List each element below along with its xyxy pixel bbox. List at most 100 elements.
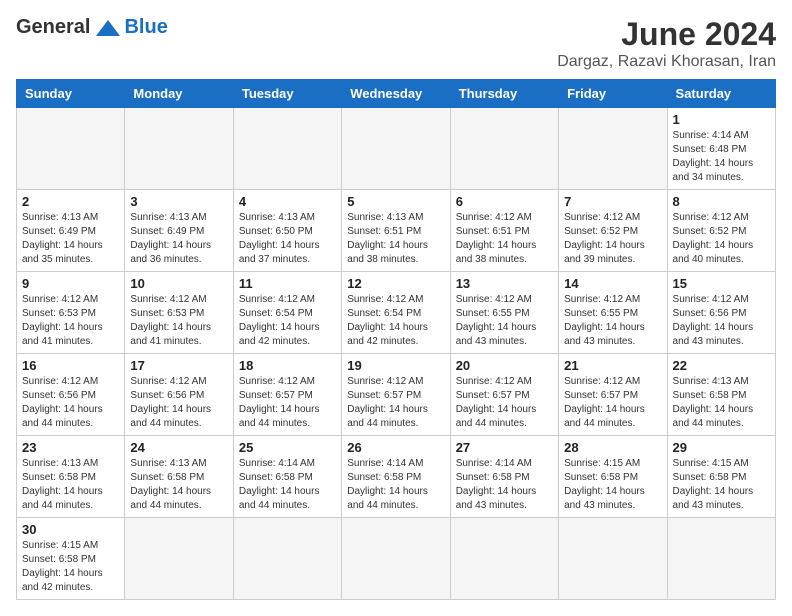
calendar-cell [559, 518, 667, 600]
calendar-cell: 27 Sunrise: 4:14 AM Sunset: 6:58 PM Dayli… [450, 436, 558, 518]
day-number: 12 [347, 276, 444, 291]
calendar-cell: 16 Sunrise: 4:12 AM Sunset: 6:56 PM Dayli… [17, 354, 125, 436]
calendar-cell: 5 Sunrise: 4:13 AM Sunset: 6:51 PM Daylig… [342, 190, 450, 272]
day-number: 28 [564, 440, 661, 455]
calendar-cell: 4Sunrise: 4:13 AM Sunset: 6:50 PM Daylig… [233, 190, 341, 272]
day-info: Sunrise: 4:12 AM Sunset: 6:51 PM Dayligh… [456, 211, 553, 267]
calendar-header: SundayMondayTuesdayWednesdayThursdayFrid… [17, 80, 776, 108]
title-area: June 2024 Dargaz, Razavi Khorasan, Iran [557, 16, 776, 71]
day-number: 18 [239, 358, 336, 373]
day-number: 24 [130, 440, 227, 455]
day-info: Sunrise: 4:12 AM Sunset: 6:52 PM Dayligh… [564, 211, 661, 267]
logo-general-text: General [16, 16, 90, 39]
day-info: Sunrise: 4:12 AM Sunset: 6:56 PM Dayligh… [673, 293, 770, 349]
calendar-cell: 25 Sunrise: 4:14 AM Sunset: 6:58 PM Dayli… [233, 436, 341, 518]
calendar-cell: 28 Sunrise: 4:15 AM Sunset: 6:58 PM Dayli… [559, 436, 667, 518]
logo: General Blue [16, 16, 168, 39]
calendar-cell: 15 Sunrise: 4:12 AM Sunset: 6:56 PM Dayli… [667, 272, 775, 354]
day-info: Sunrise: 4:13 AM Sunset: 6:58 PM Dayligh… [130, 457, 227, 513]
calendar-cell: 14 Sunrise: 4:12 AM Sunset: 6:55 PM Dayli… [559, 272, 667, 354]
calendar-cell: 19Sunrise: 4:12 AM Sunset: 6:57 PM Dayli… [342, 354, 450, 436]
calendar-cell: 1 Sunrise: 4:14 AM Sunset: 6:48 PM Daylig… [667, 108, 775, 190]
weekday-header-friday: Friday [559, 80, 667, 108]
calendar-cell: 29 Sunrise: 4:15 AM Sunset: 6:58 PM Dayli… [667, 436, 775, 518]
logo-icon [94, 18, 122, 38]
day-info: Sunrise: 4:15 AM Sunset: 6:58 PM Dayligh… [22, 539, 119, 595]
day-info: Sunrise: 4:15 AM Sunset: 6:58 PM Dayligh… [673, 457, 770, 513]
weekday-header-saturday: Saturday [667, 80, 775, 108]
day-number: 13 [456, 276, 553, 291]
day-number: 14 [564, 276, 661, 291]
day-number: 7 [564, 194, 661, 209]
calendar-cell: 22Sunrise: 4:13 AM Sunset: 6:58 PM Dayli… [667, 354, 775, 436]
week-row-5: 30 Sunrise: 4:15 AM Sunset: 6:58 PM Dayli… [17, 518, 776, 600]
calendar-cell [233, 518, 341, 600]
day-info: Sunrise: 4:12 AM Sunset: 6:57 PM Dayligh… [347, 375, 444, 431]
week-row-3: 16 Sunrise: 4:12 AM Sunset: 6:56 PM Dayli… [17, 354, 776, 436]
day-info: Sunrise: 4:12 AM Sunset: 6:52 PM Dayligh… [673, 211, 770, 267]
week-row-2: 9Sunrise: 4:12 AM Sunset: 6:53 PM Daylig… [17, 272, 776, 354]
calendar-cell: 17 Sunrise: 4:12 AM Sunset: 6:56 PM Dayli… [125, 354, 233, 436]
calendar-cell: 2Sunrise: 4:13 AM Sunset: 6:49 PM Daylig… [17, 190, 125, 272]
day-number: 15 [673, 276, 770, 291]
calendar-cell [125, 518, 233, 600]
month-title: June 2024 [557, 16, 776, 53]
day-number: 17 [130, 358, 227, 373]
day-number: 26 [347, 440, 444, 455]
day-number: 21 [564, 358, 661, 373]
day-number: 5 [347, 194, 444, 209]
header: General Blue June 2024 Dargaz, Razavi Kh… [16, 16, 776, 71]
weekday-header-monday: Monday [125, 80, 233, 108]
day-number: 16 [22, 358, 119, 373]
weekday-header-wednesday: Wednesday [342, 80, 450, 108]
day-number: 1 [673, 112, 770, 127]
calendar-cell: 30 Sunrise: 4:15 AM Sunset: 6:58 PM Dayli… [17, 518, 125, 600]
day-info: Sunrise: 4:12 AM Sunset: 6:55 PM Dayligh… [456, 293, 553, 349]
calendar-cell: 20Sunrise: 4:12 AM Sunset: 6:57 PM Dayli… [450, 354, 558, 436]
calendar-cell: 13 Sunrise: 4:12 AM Sunset: 6:55 PM Dayli… [450, 272, 558, 354]
calendar-cell [450, 518, 558, 600]
week-row-0: 1 Sunrise: 4:14 AM Sunset: 6:48 PM Daylig… [17, 108, 776, 190]
day-info: Sunrise: 4:12 AM Sunset: 6:53 PM Dayligh… [130, 293, 227, 349]
day-info: Sunrise: 4:12 AM Sunset: 6:56 PM Dayligh… [130, 375, 227, 431]
day-number: 10 [130, 276, 227, 291]
day-number: 29 [673, 440, 770, 455]
day-number: 8 [673, 194, 770, 209]
day-number: 4 [239, 194, 336, 209]
calendar-cell: 9Sunrise: 4:12 AM Sunset: 6:53 PM Daylig… [17, 272, 125, 354]
day-number: 27 [456, 440, 553, 455]
day-info: Sunrise: 4:13 AM Sunset: 6:51 PM Dayligh… [347, 211, 444, 267]
calendar-cell: 8 Sunrise: 4:12 AM Sunset: 6:52 PM Daylig… [667, 190, 775, 272]
day-info: Sunrise: 4:13 AM Sunset: 6:58 PM Dayligh… [22, 457, 119, 513]
calendar-cell: 6 Sunrise: 4:12 AM Sunset: 6:51 PM Daylig… [450, 190, 558, 272]
calendar-cell: 12 Sunrise: 4:12 AM Sunset: 6:54 PM Dayli… [342, 272, 450, 354]
calendar-cell [17, 108, 125, 190]
weekday-header-sunday: Sunday [17, 80, 125, 108]
day-number: 25 [239, 440, 336, 455]
day-info: Sunrise: 4:12 AM Sunset: 6:57 PM Dayligh… [456, 375, 553, 431]
calendar-cell: 10 Sunrise: 4:12 AM Sunset: 6:53 PM Dayli… [125, 272, 233, 354]
day-info: Sunrise: 4:13 AM Sunset: 6:49 PM Dayligh… [130, 211, 227, 267]
day-number: 22 [673, 358, 770, 373]
day-info: Sunrise: 4:14 AM Sunset: 6:58 PM Dayligh… [239, 457, 336, 513]
day-info: Sunrise: 4:12 AM Sunset: 6:53 PM Dayligh… [22, 293, 119, 349]
day-number: 6 [456, 194, 553, 209]
day-info: Sunrise: 4:12 AM Sunset: 6:57 PM Dayligh… [564, 375, 661, 431]
logo-area: General Blue [16, 16, 168, 39]
day-info: Sunrise: 4:14 AM Sunset: 6:58 PM Dayligh… [456, 457, 553, 513]
calendar-cell [559, 108, 667, 190]
day-info: Sunrise: 4:12 AM Sunset: 6:57 PM Dayligh… [239, 375, 336, 431]
calendar-cell: 3Sunrise: 4:13 AM Sunset: 6:49 PM Daylig… [125, 190, 233, 272]
calendar-cell: 18 Sunrise: 4:12 AM Sunset: 6:57 PM Dayli… [233, 354, 341, 436]
day-info: Sunrise: 4:12 AM Sunset: 6:55 PM Dayligh… [564, 293, 661, 349]
day-info: Sunrise: 4:12 AM Sunset: 6:56 PM Dayligh… [22, 375, 119, 431]
calendar-cell [233, 108, 341, 190]
calendar-cell [342, 518, 450, 600]
day-info: Sunrise: 4:14 AM Sunset: 6:48 PM Dayligh… [673, 129, 770, 185]
day-info: Sunrise: 4:12 AM Sunset: 6:54 PM Dayligh… [347, 293, 444, 349]
day-info: Sunrise: 4:15 AM Sunset: 6:58 PM Dayligh… [564, 457, 661, 513]
calendar-cell: 23 Sunrise: 4:13 AM Sunset: 6:58 PM Dayli… [17, 436, 125, 518]
day-number: 23 [22, 440, 119, 455]
day-number: 30 [22, 522, 119, 537]
day-info: Sunrise: 4:12 AM Sunset: 6:54 PM Dayligh… [239, 293, 336, 349]
